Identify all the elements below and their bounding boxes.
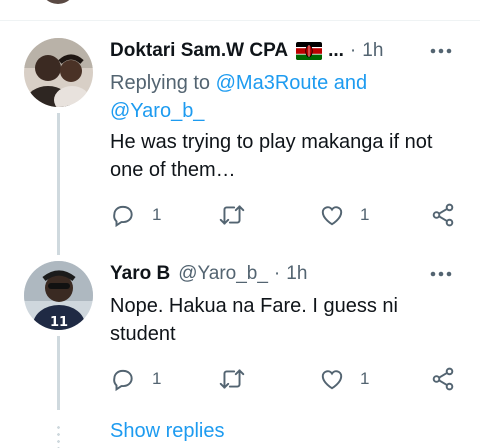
share-button[interactable] xyxy=(430,364,456,394)
replying-prefix: Replying to xyxy=(110,72,211,94)
like-count: 1 xyxy=(360,205,370,224)
tweet-text-line: one of them… xyxy=(110,159,236,181)
share-icon xyxy=(432,367,454,391)
separator-dot: · xyxy=(273,263,281,284)
reply-button[interactable]: 1 xyxy=(110,200,161,230)
divider xyxy=(0,20,480,21)
like-button[interactable]: 1 xyxy=(318,200,369,230)
heart-icon xyxy=(321,370,343,390)
tweet-text-line: He was trying to play makanga if not xyxy=(110,131,433,153)
share-button[interactable] xyxy=(430,200,456,230)
mention-link[interactable]: @Ma3Route xyxy=(216,72,329,94)
retweet-button[interactable] xyxy=(218,364,246,394)
retweet-button[interactable] xyxy=(218,200,246,230)
timestamp[interactable]: 1h xyxy=(362,40,383,62)
retweet-icon xyxy=(219,369,245,389)
tweet-text: Nope. Hakua na Fare. I guess ni student xyxy=(110,292,460,348)
thread-line xyxy=(57,336,60,410)
more-horizontal-icon xyxy=(430,271,452,277)
thread-continuation-dots xyxy=(57,424,60,448)
more-horizontal-icon xyxy=(430,48,452,54)
show-replies-link[interactable]: Show replies xyxy=(110,420,225,443)
avatar[interactable]: 11 xyxy=(24,261,93,330)
tweet-text: He was trying to play makanga if not one… xyxy=(110,128,460,184)
reply-icon xyxy=(113,205,133,228)
tweet-header: Doktari Sam.W CPA ... · 1h xyxy=(110,38,460,64)
more-options-button[interactable] xyxy=(426,261,456,287)
name-truncation: ... xyxy=(328,40,344,61)
retweet-icon xyxy=(219,205,245,225)
reply-icon xyxy=(113,369,133,392)
heart-icon xyxy=(321,206,343,226)
tweet-text-line: student xyxy=(110,323,176,345)
tweet-actions: 1 1 xyxy=(110,364,460,394)
mention-link[interactable]: @Yaro_b_ xyxy=(110,100,204,122)
mention-conjunction: and xyxy=(333,72,368,94)
more-options-button[interactable] xyxy=(426,38,456,64)
display-name[interactable]: Yaro B xyxy=(110,263,170,285)
user-handle[interactable]: @Yaro_b_ xyxy=(178,263,268,285)
separator-dot: · xyxy=(349,40,357,61)
like-button[interactable]: 1 xyxy=(318,364,369,394)
tweet-text-line: Nope. Hakua na Fare. I guess ni xyxy=(110,295,398,317)
replying-to: Replying to @Ma3Route and @Yaro_b_ xyxy=(110,69,460,125)
tweet-header: Yaro B @Yaro_b_ · 1h xyxy=(110,261,460,287)
avatar[interactable] xyxy=(24,38,93,107)
reply-count: 1 xyxy=(152,205,162,224)
svg-text:11: 11 xyxy=(50,315,68,330)
previous-tweet-avatar[interactable] xyxy=(40,0,76,4)
tweet-actions: 1 1 xyxy=(110,200,460,230)
thread-line xyxy=(57,113,60,255)
like-count: 1 xyxy=(360,369,370,388)
kenya-flag-icon xyxy=(296,42,323,60)
timestamp[interactable]: 1h xyxy=(286,263,307,285)
reply-count: 1 xyxy=(152,369,162,388)
share-icon xyxy=(432,203,454,227)
display-name[interactable]: Doktari Sam.W CPA xyxy=(110,40,288,62)
reply-button[interactable]: 1 xyxy=(110,364,161,394)
